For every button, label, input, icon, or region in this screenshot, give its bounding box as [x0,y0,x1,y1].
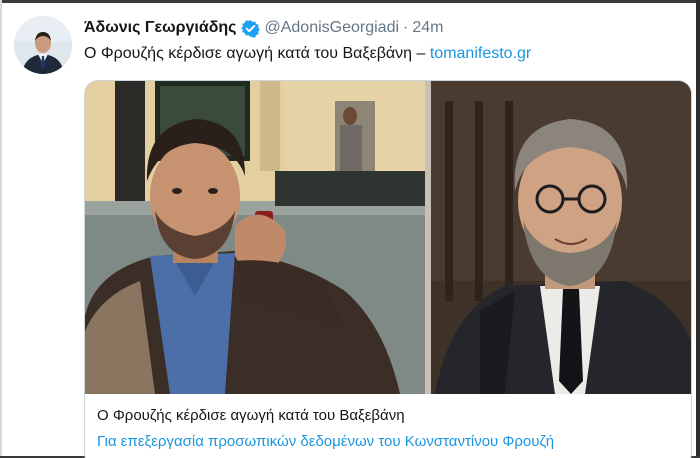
avatar-portrait [14,16,72,74]
window-edge-left [0,0,2,458]
window-edge-right [696,0,700,458]
avatar[interactable] [14,16,72,74]
window-edge-top [0,0,700,3]
tweet-link[interactable]: tomanifesto.gr [430,45,531,62]
display-name[interactable]: Άδωνις Γεωργιάδης [84,19,236,37]
tweet-timestamp[interactable]: 24m [412,19,443,37]
separator-dot: · [403,19,409,36]
user-handle[interactable]: @AdonisGeorgiadi [264,19,399,37]
tweet-screenshot: Άδωνις Γεωργιάδης @AdonisGeorgiadi · 24m… [0,0,700,458]
card-description[interactable]: Για επεξεργασία προσωπικών δεδομένων του… [97,433,554,450]
card-image[interactable] [85,81,691,394]
tweet-header: Άδωνις Γεωργιάδης @AdonisGeorgiadi · 24m [84,17,443,39]
card-title[interactable]: Ο Φρουζής κέρδισε αγωγή κατά του Βαξεβάν… [97,407,405,424]
card-photo [85,81,691,394]
tweet-text: Ο Φρουζής κέρδισε αγωγή κατά του Βαξεβάν… [84,45,531,63]
link-card[interactable]: Ο Φρουζής κέρδισε αγωγή κατά του Βαξεβάν… [84,80,692,458]
verified-badge-icon [241,19,261,38]
tweet-body: Ο Φρουζής κέρδισε αγωγή κατά του Βαξεβάν… [84,45,430,62]
